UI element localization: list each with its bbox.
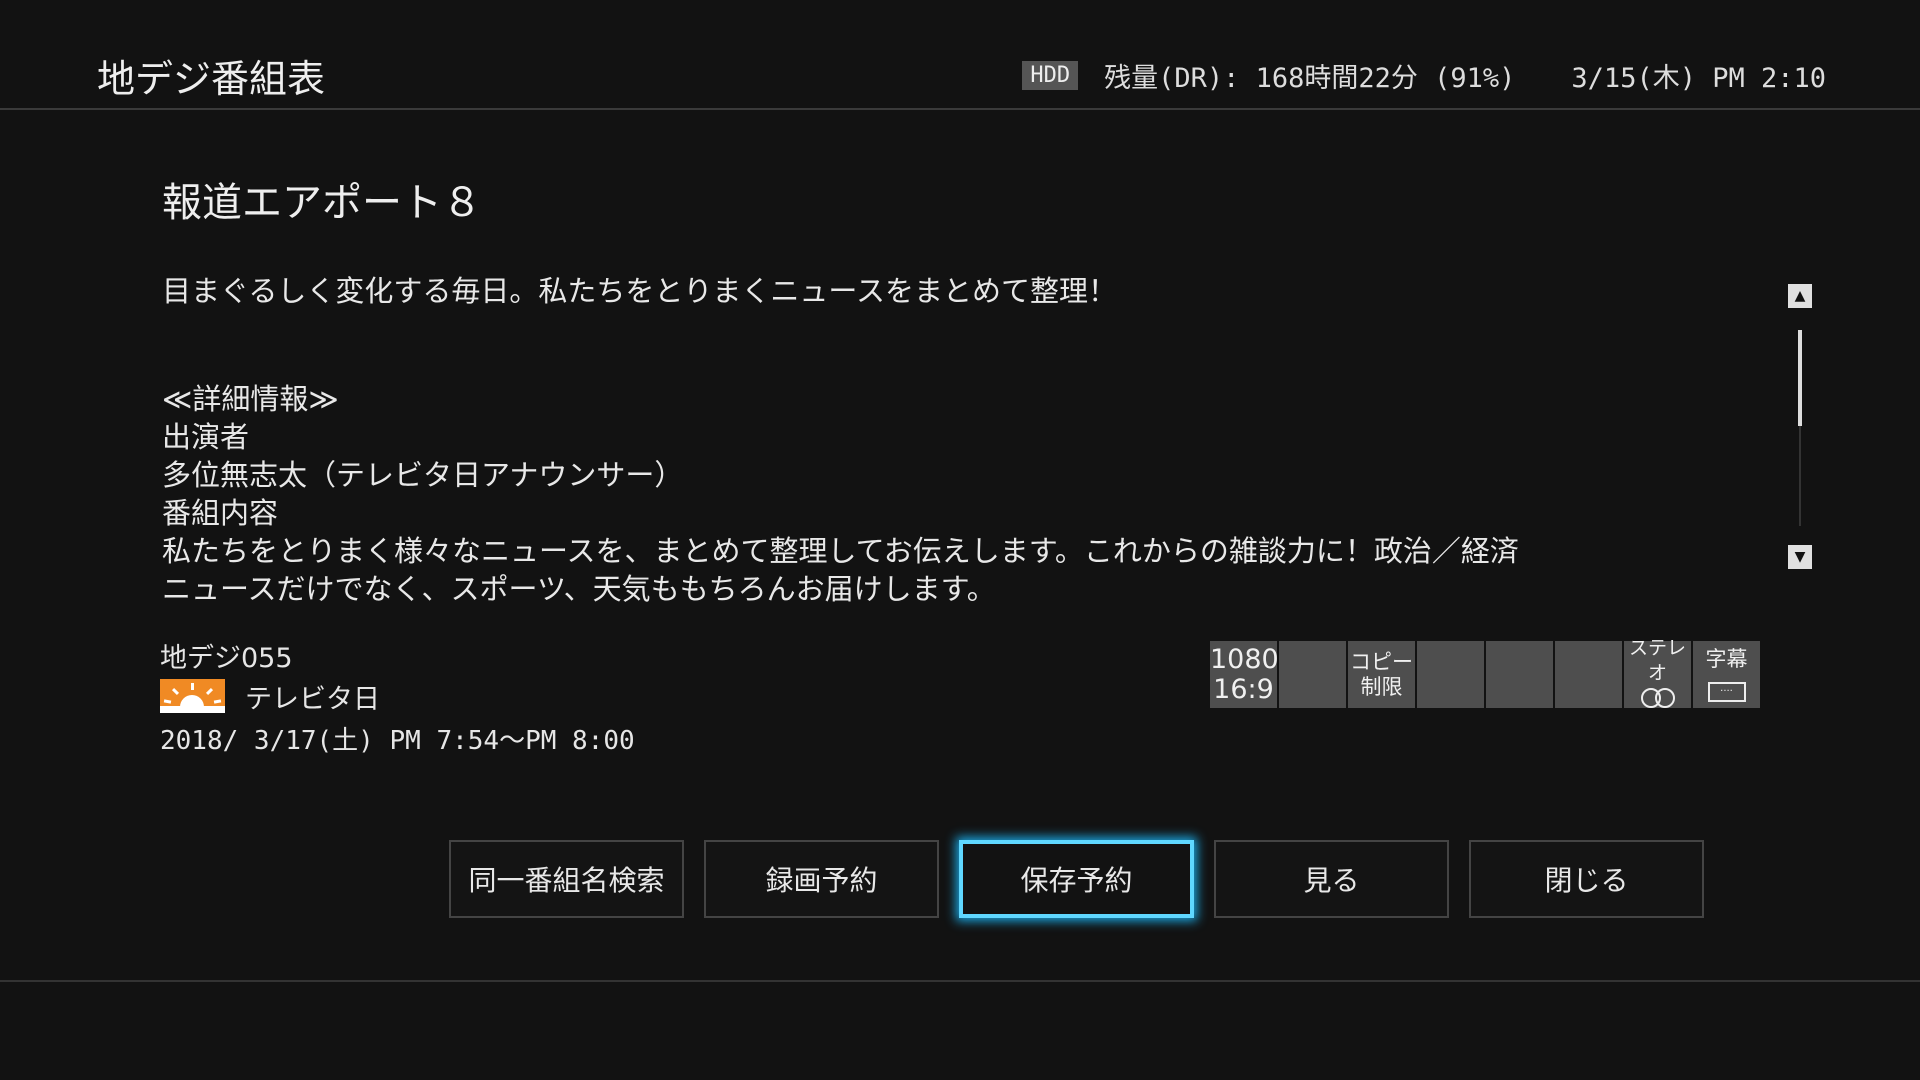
- scrollbar-thumb[interactable]: [1798, 330, 1802, 426]
- scroll-up-icon[interactable]: ▲: [1788, 284, 1812, 308]
- channel-name: テレビタ日: [245, 683, 380, 715]
- search-same-title-button[interactable]: 同一番組名検索: [449, 840, 684, 918]
- action-buttons: 同一番組名検索 録画予約 保存予約 見る 閉じる: [449, 840, 1704, 918]
- scroll-down-icon[interactable]: ▼: [1788, 545, 1812, 569]
- air-time: 2018/ 3/17(土) PM 7:54〜PM 8:00: [160, 726, 635, 756]
- caption-box: ....: [1707, 682, 1746, 702]
- caption-label: 字幕: [1705, 647, 1748, 671]
- stereo-label: ステレオ: [1628, 636, 1686, 684]
- footer-divider: [0, 980, 1920, 982]
- content-line-2: ニュースだけでなく、スポーツ、天気ももちろんお届けします。: [162, 572, 996, 606]
- cast-value: 多位無志太（テレビタ日アナウンサー）: [162, 458, 684, 492]
- app-title: 地デジ番組表: [97, 57, 326, 101]
- program-summary: 目まぐるしく変化する毎日。私たちをとりまくニュースをまとめて整理！: [162, 274, 1117, 308]
- content-label: 番組内容: [162, 496, 279, 530]
- empty-attribute-slot: [1555, 641, 1622, 708]
- hdd-badge: HDD: [1022, 61, 1079, 90]
- video-format-icon: 1080i 16:9: [1210, 641, 1287, 708]
- channel-number: 地デジ055: [160, 643, 293, 674]
- record-reserve-button[interactable]: 録画予約: [704, 840, 939, 918]
- remaining-storage: 残量(DR): 168時間22分 (91%): [1104, 63, 1516, 94]
- status-area: HDD 残量(DR): 168時間22分 (91%) 3/15(木) PM 2:…: [1022, 56, 1826, 95]
- video-resolution: 1080i: [1210, 643, 1287, 675]
- copy-label-2: 制限: [1360, 674, 1403, 699]
- channel-logo-icon: [160, 679, 225, 713]
- copy-restriction-icon: コピー 制限: [1348, 641, 1415, 708]
- channel-row: テレビタ日: [160, 676, 635, 716]
- caption-icon: 字幕 ....: [1693, 641, 1760, 708]
- empty-attribute-slot: [1486, 641, 1553, 708]
- save-reserve-button[interactable]: 保存予約: [959, 840, 1194, 918]
- current-datetime: 3/15(木) PM 2:10: [1571, 63, 1826, 94]
- program-attributes: 1080i 16:9 コピー 制限 ステレオ 字幕 ....: [1210, 637, 1760, 708]
- aspect-ratio: 16:9: [1213, 673, 1274, 705]
- empty-attribute-slot: [1417, 641, 1484, 708]
- watch-button[interactable]: 見る: [1214, 840, 1449, 918]
- content-line-1: 私たちをとりまく様々なニュースを、まとめて整理してお伝えします。これからの雑談力…: [162, 534, 1519, 568]
- copy-label-1: コピー: [1350, 649, 1413, 674]
- header-bar: 地デジ番組表 HDD 残量(DR): 168時間22分 (91%) 3/15(木…: [0, 0, 1920, 110]
- program-title: 報道エアポート８: [162, 180, 482, 226]
- program-description: 目まぐるしく変化する毎日。私たちをとりまくニュースをまとめて整理！ ≪詳細情報≫…: [162, 272, 1722, 608]
- stereo-icon: ステレオ: [1624, 637, 1691, 708]
- program-meta: 地デジ055 テレビタ日 2018/ 3/17(土) PM 7:54〜PM 8:…: [160, 636, 635, 757]
- empty-attribute-slot: [1279, 641, 1346, 708]
- close-button[interactable]: 閉じる: [1469, 840, 1704, 918]
- cast-label: 出演者: [162, 420, 250, 454]
- details-heading: ≪詳細情報≫: [162, 382, 339, 416]
